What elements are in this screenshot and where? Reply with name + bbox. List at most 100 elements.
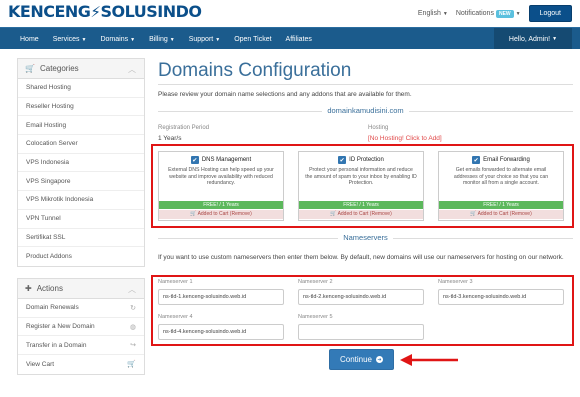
action-transfer-domain[interactable]: Transfer in a Domain ↪	[18, 336, 144, 356]
new-badge: NEW	[495, 9, 514, 18]
nameserver-5-input[interactable]	[298, 324, 424, 340]
addon-added-label: Added to Cart (Remove)	[197, 211, 252, 217]
addon-added-label: Added to Cart (Remove)	[477, 211, 532, 217]
divider	[158, 84, 573, 85]
action-label: View Cart	[26, 360, 55, 368]
addon-email-forwarding[interactable]: ✔ Email Forwarding Get emails forwarded t…	[438, 151, 564, 221]
page-title: Domains Configuration	[158, 60, 352, 81]
action-register-domain[interactable]: Register a New Domain ◍	[18, 318, 144, 337]
continue-button[interactable]: Continue ➜	[329, 349, 394, 370]
nav-open-ticket-label: Open Ticket	[234, 35, 272, 43]
lightning-icon: ⚡	[90, 3, 101, 21]
category-label: Shared Hosting	[26, 84, 71, 92]
action-label: Register a New Domain	[26, 323, 95, 331]
nav-affiliates-label: Affiliates	[285, 35, 312, 43]
category-label: Email Hosting	[26, 121, 67, 129]
cart-icon: 🛒	[25, 64, 35, 73]
domain-name: domainkamudisini.com	[322, 106, 409, 115]
notifications-label: Notifications	[455, 9, 494, 17]
hosting-label: Hosting	[368, 125, 389, 131]
nameserver-2-input[interactable]	[298, 289, 424, 305]
registration-period-value: 1 Year/s	[158, 135, 182, 142]
user-menu[interactable]: Hello, Admin! ▼	[494, 28, 572, 50]
logo[interactable]: KENCENG⚡SOLUSINDO	[8, 2, 202, 21]
arrow-right-circle-icon: ➜	[376, 356, 384, 363]
nameservers-heading: Nameservers	[158, 233, 573, 243]
main-navbar: Home Services ▼ Domains ▼ Billing ▼ Support…	[0, 27, 580, 50]
category-label: Reseller Hosting	[26, 103, 74, 111]
addon-price: FREE! / 1 Years	[439, 201, 563, 209]
cart-icon: 🛒	[470, 211, 478, 217]
cart-icon: 🛒	[127, 361, 136, 369]
nav-affiliates[interactable]: Affiliates	[286, 36, 312, 43]
checkbox-checked-icon[interactable]: ✔	[338, 156, 347, 164]
refresh-icon: ↻	[130, 305, 136, 312]
caret-down-icon: ▼	[552, 36, 558, 42]
nav-domains-label: Domains	[100, 35, 129, 43]
caret-down-icon: ▼	[130, 36, 136, 43]
addon-description: Get emails forwarded to alternate email …	[453, 167, 549, 186]
logout-button[interactable]: Logout	[528, 5, 572, 22]
addon-price: FREE! / 1 Years	[159, 201, 283, 209]
addon-id-protection[interactable]: ✔ ID Protection Protect your personal inf…	[298, 151, 424, 221]
domain-heading: domainkamudisini.com	[158, 106, 573, 116]
nav-services[interactable]: Services ▼	[53, 36, 87, 43]
plus-icon: ✚	[25, 284, 32, 293]
action-domain-renewals[interactable]: Domain Renewals ↻	[18, 299, 144, 318]
nav-home[interactable]: Home	[20, 36, 39, 43]
checkbox-checked-icon[interactable]: ✔	[472, 156, 481, 164]
category-item[interactable]: VPS Singapore	[18, 172, 144, 192]
nameserver-3-label: Nameserver 3	[438, 279, 473, 285]
category-label: VPS Mikrotik Indonesia	[26, 196, 94, 204]
addon-name: Email Forwarding	[483, 157, 530, 163]
nav-support[interactable]: Support ▼	[189, 36, 220, 43]
category-item[interactable]: VPN Tunnel	[18, 210, 144, 229]
action-view-cart[interactable]: View Cart 🛒	[18, 355, 144, 374]
nav-services-label: Services	[52, 35, 80, 43]
addon-remove-link[interactable]: 🛒 Added to Cart (Remove)	[299, 210, 423, 219]
addon-description: Protect your personal information and re…	[305, 167, 417, 186]
checkbox-checked-icon[interactable]: ✔	[190, 156, 199, 164]
nameservers-title: Nameservers	[338, 233, 393, 242]
caret-down-icon: ▼	[515, 10, 521, 17]
nav-support-label: Support	[188, 35, 214, 43]
nav-billing[interactable]: Billing ▼	[149, 36, 175, 43]
category-item[interactable]: VPS Indonesia	[18, 154, 144, 173]
nameserver-4-input[interactable]	[158, 324, 284, 340]
logo-text-left: KENCENG	[8, 2, 91, 21]
hosting-link[interactable]: [No Hosting! Click to Add]	[368, 135, 442, 142]
category-item[interactable]: Shared Hosting	[18, 79, 144, 98]
addon-remove-link[interactable]: 🛒 Added to Cart (Remove)	[439, 210, 563, 219]
chevron-up-icon: ︿	[128, 65, 136, 74]
category-item[interactable]: Colocation Server	[18, 135, 144, 154]
addon-dns-management[interactable]: ✔ DNS Management External DNS Hosting can…	[158, 151, 284, 221]
nameserver-1-input[interactable]	[158, 289, 284, 305]
language-label: English	[417, 10, 441, 17]
nameserver-2-label: Nameserver 2	[298, 279, 333, 285]
nav-open-ticket[interactable]: Open Ticket	[234, 36, 271, 43]
category-item[interactable]: Product Addons	[18, 247, 144, 266]
share-icon: ↪	[130, 342, 136, 350]
caret-down-icon: ▼	[442, 11, 448, 17]
categories-header[interactable]: 🛒 Categories ︿	[18, 59, 144, 79]
category-item[interactable]: Sertifikat SSL	[18, 229, 144, 248]
actions-header[interactable]: ✚ Actions ︿	[18, 279, 144, 299]
notifications-dropdown[interactable]: Notifications NEW ▼	[455, 9, 521, 18]
user-greeting: Hello, Admin!	[508, 35, 551, 43]
category-item[interactable]: VPS Mikrotik Indonesia	[18, 191, 144, 210]
nameserver-1-label: Nameserver 1	[158, 279, 193, 285]
category-item[interactable]: Email Hosting	[18, 116, 144, 136]
logo-text-right: SOLUSINDO	[100, 2, 202, 21]
chevron-up-icon: ︿	[128, 285, 136, 294]
addon-remove-link[interactable]: 🛒 Added to Cart (Remove)	[159, 210, 283, 219]
category-label: VPN Tunnel	[26, 215, 61, 223]
addon-name: ID Protection	[349, 157, 384, 163]
continue-label: Continue	[339, 355, 373, 364]
language-dropdown[interactable]: English ▼	[418, 10, 448, 17]
caret-down-icon: ▼	[215, 36, 221, 43]
category-item[interactable]: Reseller Hosting	[18, 98, 144, 117]
nav-domains[interactable]: Domains ▼	[100, 36, 135, 43]
nameserver-4-label: Nameserver 4	[158, 314, 193, 320]
nameserver-3-input[interactable]	[438, 289, 564, 305]
category-label: Sertifikat SSL	[26, 233, 66, 241]
